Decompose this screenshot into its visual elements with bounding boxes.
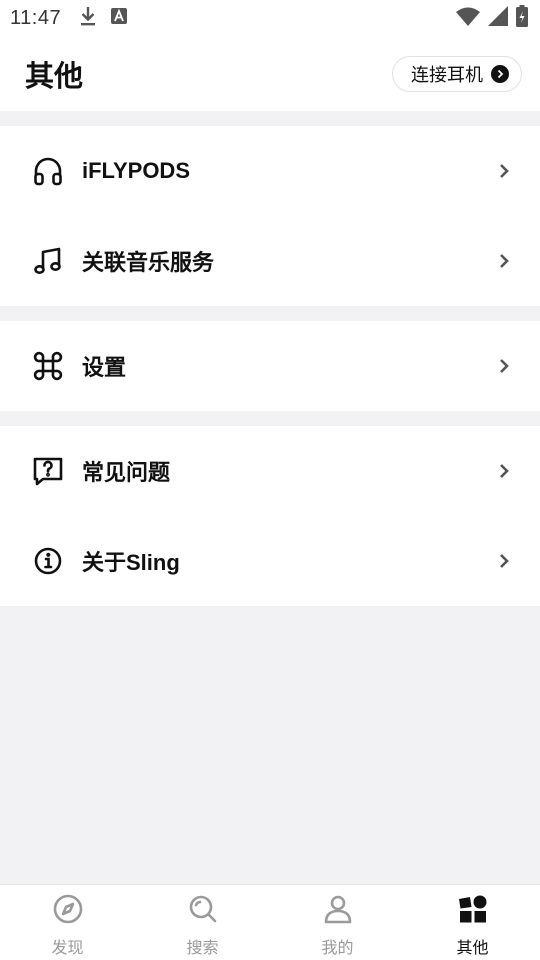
connect-earphones-label: 连接耳机 xyxy=(411,64,483,85)
music-note-icon xyxy=(32,245,64,277)
status-time: 11:47 xyxy=(10,6,62,29)
menu-group-settings: 设置 xyxy=(0,321,540,411)
search-icon xyxy=(187,893,219,930)
menu-item-music-services[interactable]: 关联音乐服务 xyxy=(0,216,540,306)
arrow-right-circle-icon xyxy=(491,64,509,83)
download-icon xyxy=(79,5,97,32)
tab-label: 搜索 xyxy=(186,940,219,957)
menu-item-iflypods[interactable]: iFLYPODS xyxy=(0,126,540,216)
tab-mine[interactable]: 我的 xyxy=(270,885,405,960)
wifi-icon xyxy=(456,6,480,31)
menu-group-device: iFLYPODS 关联音乐服务 xyxy=(0,126,540,306)
tab-label: 其他 xyxy=(456,940,489,957)
menu-item-faq[interactable]: 常见问题 xyxy=(0,426,540,516)
compass-icon xyxy=(52,893,84,930)
status-bar: 11:47 xyxy=(0,0,540,36)
tab-label: 我的 xyxy=(321,940,354,957)
headphones-icon xyxy=(32,155,64,187)
menu-item-about[interactable]: 关于Sling xyxy=(0,516,540,606)
question-icon xyxy=(32,455,64,487)
tab-other[interactable]: 其他 xyxy=(405,885,540,960)
tab-label: 发现 xyxy=(51,940,84,957)
shapes-icon xyxy=(457,893,489,930)
menu-item-label: 关联音乐服务 xyxy=(82,250,215,275)
menu-item-settings[interactable]: 设置 xyxy=(0,321,540,411)
info-icon xyxy=(32,545,64,577)
menu-item-label: 常见问题 xyxy=(82,460,171,485)
menu-item-label: 关于Sling xyxy=(82,550,180,575)
page-header: 其他 连接耳机 xyxy=(0,36,540,111)
chevron-right-icon xyxy=(500,164,509,178)
chevron-right-icon xyxy=(500,254,509,268)
bottom-tab-bar: 发现 搜索 我的 其他 xyxy=(0,884,540,960)
menu-group-help: 常见问题 关于Sling xyxy=(0,426,540,606)
chevron-right-icon xyxy=(500,554,509,568)
tab-discover[interactable]: 发现 xyxy=(0,885,135,960)
cell-signal-icon xyxy=(488,5,508,31)
menu-item-label: 设置 xyxy=(82,355,127,380)
a-notification-icon xyxy=(111,7,128,29)
page-title: 其他 xyxy=(25,60,84,93)
tab-search[interactable]: 搜索 xyxy=(135,885,270,960)
person-icon xyxy=(322,893,354,930)
battery-icon xyxy=(516,4,528,32)
chevron-right-icon xyxy=(500,464,509,478)
menu-item-label: iFLYPODS xyxy=(82,158,190,183)
chevron-right-icon xyxy=(500,359,509,373)
command-icon xyxy=(32,350,64,382)
connect-earphones-button[interactable]: 连接耳机 xyxy=(392,55,522,92)
